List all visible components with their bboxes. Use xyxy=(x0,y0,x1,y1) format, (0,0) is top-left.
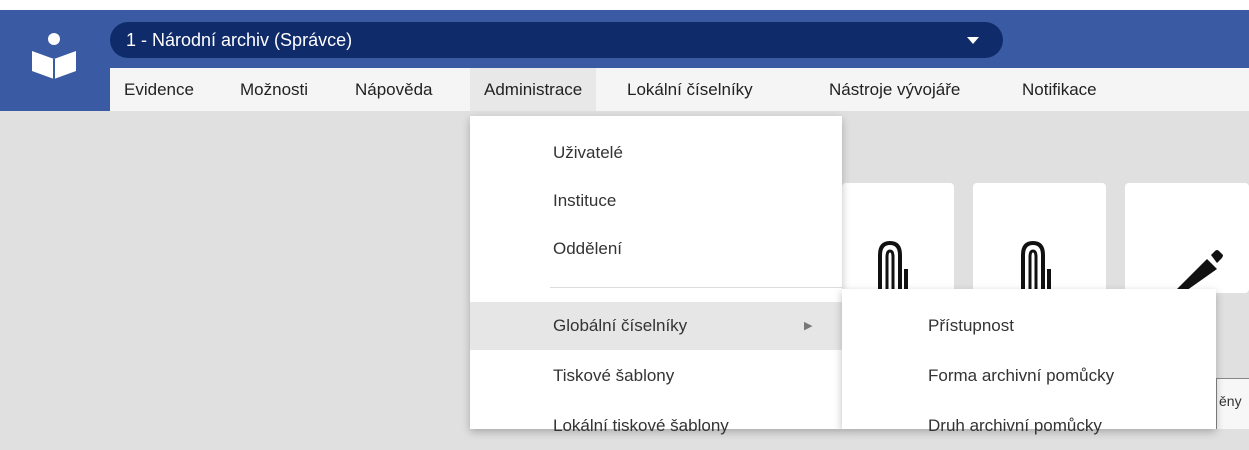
submenu-item-druh-archivni-pomucky[interactable]: Druh archivní pomůcky xyxy=(842,402,1216,450)
dropdown-item-globalni-ciselniky[interactable]: Globální číselníky ▶ xyxy=(470,302,842,350)
chevron-down-icon xyxy=(967,37,979,44)
app-bar: 1 - Národní archiv (Správce) Evidence Mo… xyxy=(0,10,1249,111)
submenu-item-forma-archivni-pomucky[interactable]: Forma archivní pomůcky xyxy=(842,352,1216,400)
dropdown-item-lokalni-tiskove-sablony[interactable]: Lokální tiskové šablony xyxy=(470,402,842,450)
submenu-item-pristupnost[interactable]: Přístupnost xyxy=(842,302,1216,350)
administrace-dropdown: Uživatelé Instituce Oddělení Globální čí… xyxy=(470,116,842,435)
window-top-edge xyxy=(0,0,1249,10)
menu-napoveda[interactable]: Nápověda xyxy=(341,68,447,111)
dropdown-item-label: Globální číselníky xyxy=(553,316,688,335)
global-codelists-submenu: Přístupnost Forma archivní pomůcky Druh … xyxy=(842,289,1216,435)
partial-label: ěny xyxy=(1216,378,1249,429)
menu-administrace[interactable]: Administrace xyxy=(470,68,597,111)
dropdown-item-oddeleni[interactable]: Oddělení xyxy=(470,225,842,273)
dropdown-item-tiskove-sablony[interactable]: Tiskové šablony xyxy=(470,352,842,400)
attachment-icon xyxy=(1021,240,1051,293)
menu-moznosti[interactable]: Možnosti xyxy=(226,68,322,111)
menu-notifikace[interactable]: Notifikace xyxy=(1008,68,1111,111)
menu-nastroje-vyvojare[interactable]: Nástroje vývojáře xyxy=(815,68,974,111)
pencil-icon xyxy=(1173,250,1223,293)
archive-selector[interactable]: 1 - Národní archiv (Správce) xyxy=(110,22,1003,58)
card-attachment-2[interactable] xyxy=(973,183,1106,293)
app-logo-icon[interactable] xyxy=(30,31,78,81)
main-menu-bar: Evidence Možnosti Nápověda Administrace … xyxy=(110,68,1249,111)
dropdown-item-uzivatele[interactable]: Uživatelé xyxy=(470,129,842,177)
menu-lokalni-ciselniky[interactable]: Lokální číselníky xyxy=(613,68,767,111)
card-edit[interactable] xyxy=(1125,183,1249,293)
dropdown-divider xyxy=(550,287,842,288)
menu-evidence[interactable]: Evidence xyxy=(110,68,208,111)
dropdown-item-instituce[interactable]: Instituce xyxy=(470,177,842,225)
caret-right-icon: ▶ xyxy=(804,320,813,332)
archive-selector-label: 1 - Národní archiv (Správce) xyxy=(126,30,353,50)
card-attachment-1[interactable] xyxy=(842,183,954,293)
attachment-icon xyxy=(878,240,908,293)
